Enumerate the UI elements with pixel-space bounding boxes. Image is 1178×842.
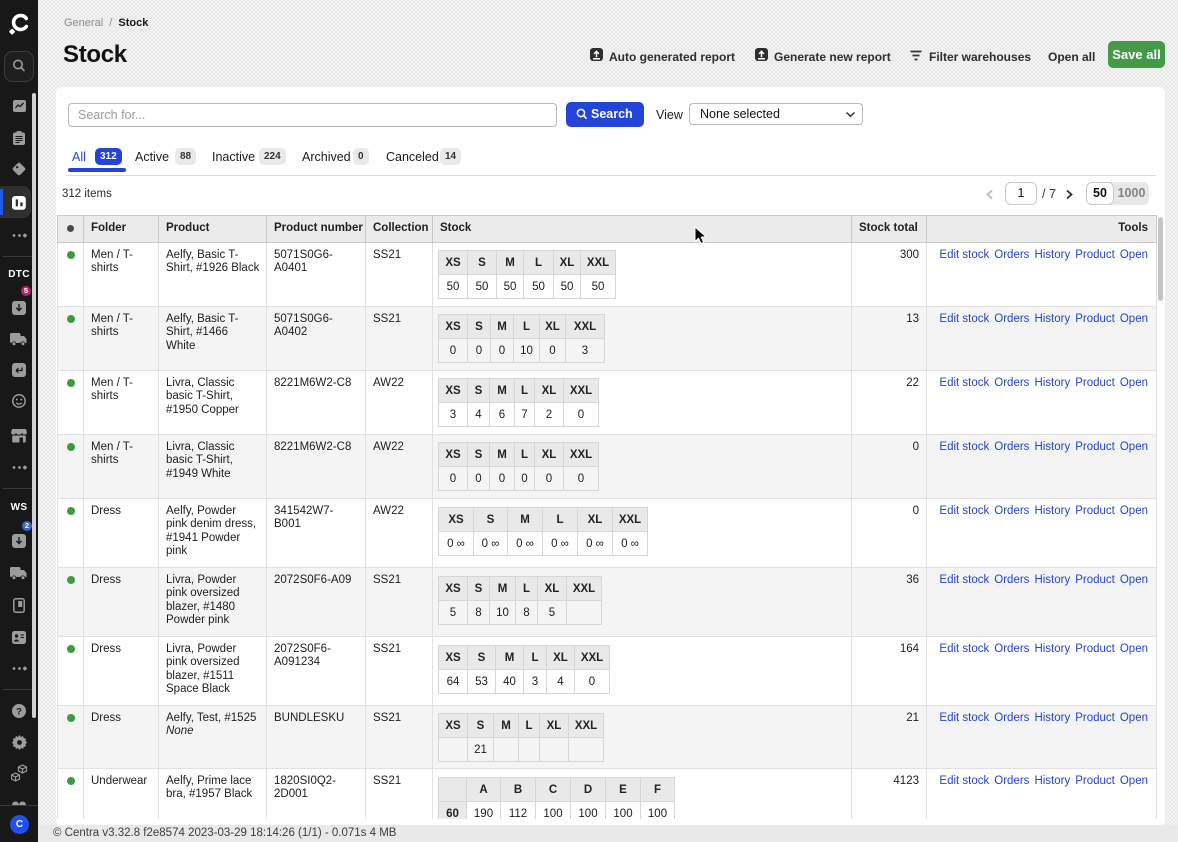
svg-text:?: ? (16, 707, 22, 718)
